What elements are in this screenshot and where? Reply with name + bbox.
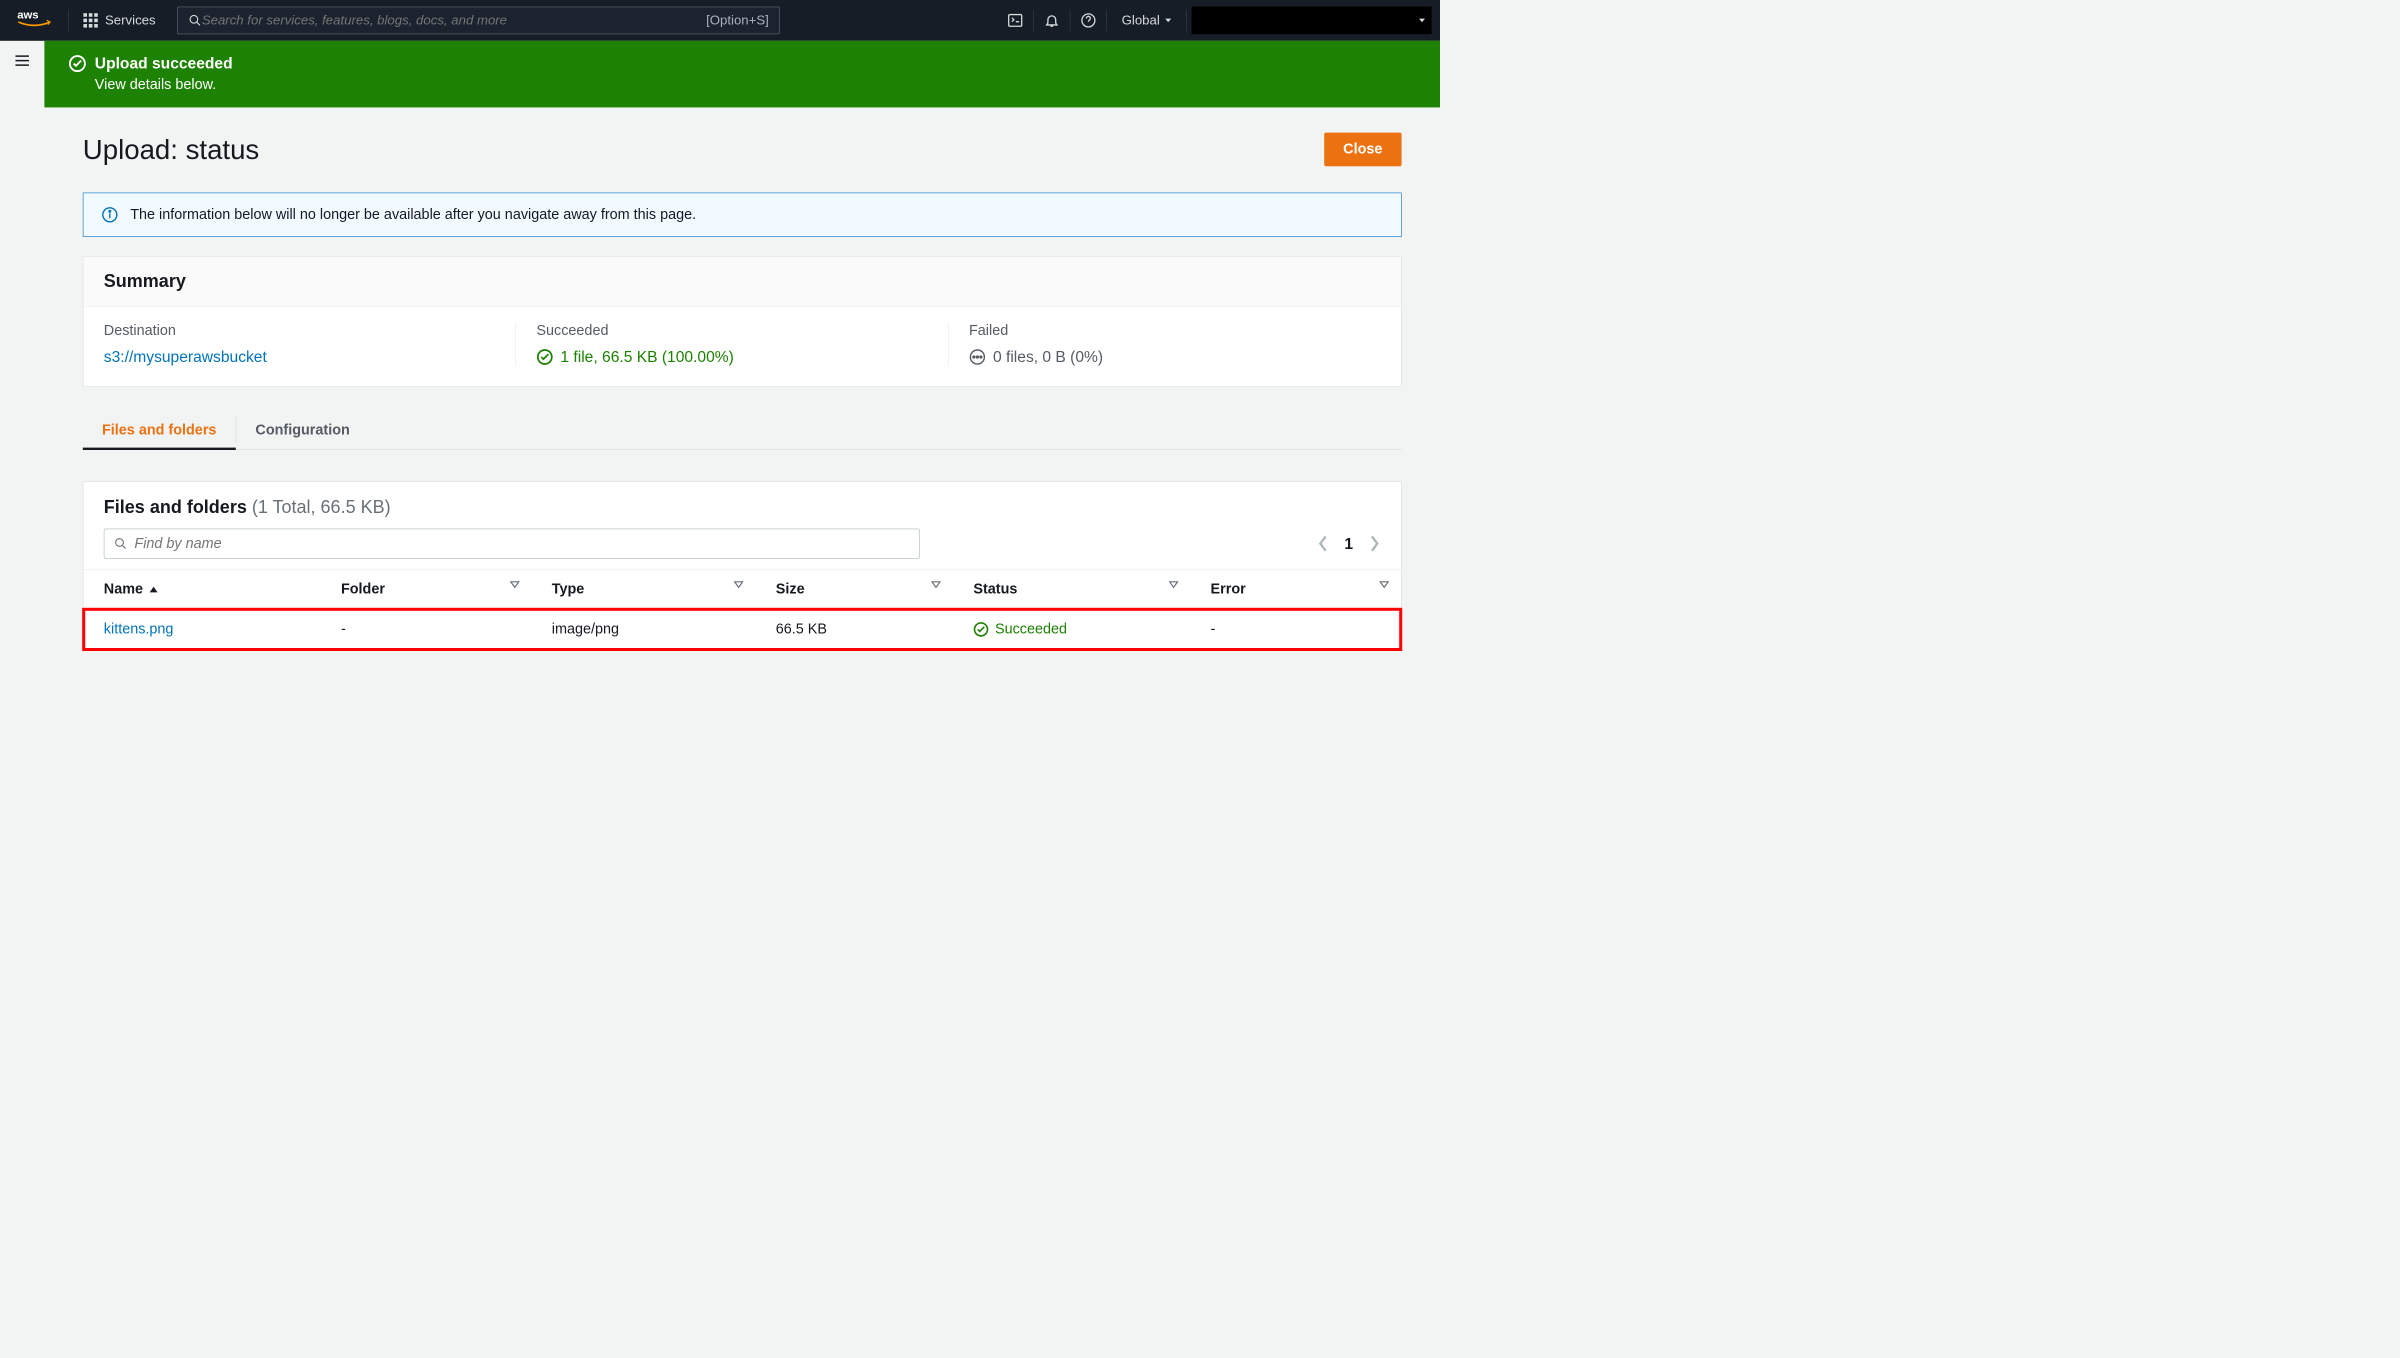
filter-icon: [1169, 581, 1179, 589]
services-menu-button[interactable]: Services: [69, 13, 170, 29]
cell-size: 66.5 KB: [755, 609, 953, 650]
search-icon: [114, 537, 127, 550]
table-row: kittens.png - image/png 66.5 KB Succeede…: [83, 609, 1401, 650]
info-icon: [101, 206, 118, 223]
file-name-link[interactable]: kittens.png: [104, 621, 174, 637]
dots-circle-icon: [969, 348, 986, 365]
col-folder[interactable]: Folder: [321, 570, 532, 609]
col-size[interactable]: Size: [755, 570, 953, 609]
aws-logo[interactable]: aws: [0, 8, 68, 32]
help-button[interactable]: [1071, 0, 1107, 41]
check-circle-icon: [68, 54, 86, 72]
files-table: Name Folder Type Size Status Error kitte…: [83, 569, 1401, 649]
banner-subtitle: View details below.: [95, 76, 1416, 93]
check-circle-icon: [536, 348, 553, 365]
caret-down-icon: [1418, 17, 1425, 24]
region-selector[interactable]: Global: [1107, 13, 1186, 29]
cell-type: image/png: [531, 609, 755, 650]
destination-label: Destination: [104, 322, 516, 339]
account-menu[interactable]: [1192, 7, 1432, 35]
col-status[interactable]: Status: [953, 570, 1190, 609]
notifications-button[interactable]: [1034, 0, 1070, 41]
page-number: 1: [1344, 534, 1353, 553]
tabs: Files and folders Configuration: [83, 411, 1402, 450]
summary-succeeded: Succeeded 1 file, 66.5 KB (100.00%): [515, 322, 948, 366]
destination-link[interactable]: s3://mysuperawsbucket: [104, 347, 516, 366]
search-shortcut: [Option+S]: [706, 13, 769, 29]
help-icon: [1081, 13, 1097, 29]
filter-icon: [1379, 581, 1389, 589]
pagination: 1: [1317, 534, 1381, 553]
divider: [1186, 10, 1187, 32]
tab-configuration[interactable]: Configuration: [236, 411, 369, 449]
summary-destination: Destination s3://mysuperawsbucket: [104, 322, 516, 366]
find-by-name[interactable]: [104, 529, 920, 559]
cell-folder: -: [321, 609, 532, 650]
check-circle-icon: [973, 622, 989, 638]
info-alert: The information below will no longer be …: [83, 193, 1402, 237]
col-type[interactable]: Type: [531, 570, 755, 609]
top-navigation: aws Services [Option+S] Global: [0, 0, 1440, 41]
search-icon: [189, 14, 202, 27]
bell-icon: [1044, 13, 1060, 29]
next-page-button[interactable]: [1369, 535, 1381, 553]
terminal-icon: [1008, 13, 1024, 29]
summary-failed: Failed 0 files, 0 B (0%): [948, 322, 1381, 366]
cell-error: -: [1190, 609, 1401, 650]
summary-panel: Summary Destination s3://mysuperawsbucke…: [83, 256, 1402, 387]
filter-icon: [931, 581, 941, 589]
main-content: Upload succeeded View details below. Upl…: [44, 41, 1440, 676]
svg-text:aws: aws: [17, 10, 38, 22]
nav-right: Global: [997, 0, 1440, 41]
table-subtitle: (1 Total, 66.5 KB): [252, 497, 391, 517]
region-label: Global: [1122, 13, 1160, 29]
failed-value: 0 files, 0 B (0%): [993, 347, 1103, 366]
services-label: Services: [105, 13, 156, 29]
success-banner: Upload succeeded View details below.: [44, 41, 1440, 108]
succeeded-value: 1 file, 66.5 KB (100.00%): [560, 347, 733, 366]
summary-heading: Summary: [83, 257, 1401, 307]
search-input[interactable]: [202, 13, 706, 29]
grid-icon: [83, 13, 97, 27]
caret-down-icon: [1165, 17, 1172, 24]
tab-files-and-folders[interactable]: Files and folders: [83, 411, 236, 449]
cell-status: Succeeded: [973, 621, 1169, 638]
find-input[interactable]: [134, 535, 909, 552]
col-error[interactable]: Error: [1190, 570, 1401, 609]
hamburger-icon[interactable]: [13, 52, 31, 676]
prev-page-button[interactable]: [1317, 535, 1329, 553]
side-rail: [0, 41, 44, 676]
close-button[interactable]: Close: [1324, 133, 1402, 167]
global-search[interactable]: [Option+S]: [177, 7, 780, 35]
col-name[interactable]: Name: [83, 570, 320, 609]
succeeded-label: Succeeded: [536, 322, 948, 339]
sort-asc-icon: [149, 585, 159, 593]
page-title: Upload: status: [83, 133, 259, 165]
banner-title: Upload succeeded: [95, 54, 233, 73]
cloudshell-button[interactable]: [997, 0, 1033, 41]
filter-icon: [510, 581, 520, 589]
filter-icon: [734, 581, 744, 589]
failed-label: Failed: [969, 322, 1381, 339]
table-title: Files and folders: [104, 497, 247, 517]
files-table-panel: Files and folders (1 Total, 66.5 KB) 1: [83, 481, 1402, 650]
info-text: The information below will no longer be …: [130, 206, 696, 223]
